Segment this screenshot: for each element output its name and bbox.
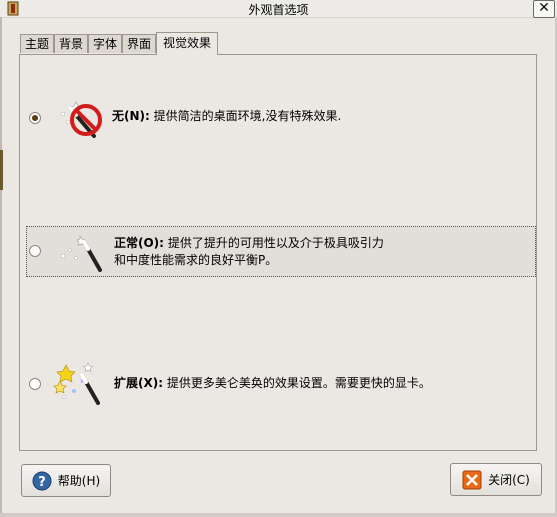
title-bar: 外观首选项 ✕ [0, 0, 557, 18]
option-extra-text: 扩展(X): 提供更多美仑美奂的效果设置。需要更快的显卡。 [114, 375, 431, 392]
option-normal-text: 正常(O): 提供了提升的可用性以及介于极具吸引力 和中度性能需求的良好平衡P。 [114, 235, 430, 269]
option-normal-description-line1: 提供了提升的可用性以及介于极具吸引力 [167, 236, 384, 250]
help-button-label: 帮助(H) [57, 474, 101, 488]
option-normal-description-line2: 和中度性能需求的良好平衡P。 [114, 253, 278, 267]
svg-text:?: ? [38, 475, 46, 490]
close-button[interactable]: 关闭(C) [450, 463, 542, 496]
option-extra-name: 扩展(X): [114, 376, 164, 390]
window-close-button[interactable]: ✕ [533, 0, 555, 18]
radio-none[interactable] [29, 112, 41, 124]
option-none-text: 无(N): 提供简洁的桌面环境,没有特殊效果. [112, 108, 341, 125]
radio-extra[interactable] [29, 378, 41, 390]
magic-wand-icon [60, 235, 102, 272]
left-border-accent [0, 150, 3, 190]
help-button[interactable]: ? 帮助(H) [21, 464, 111, 497]
tab-theme[interactable]: 主题 [20, 34, 54, 53]
tab-fonts[interactable]: 字体 [88, 34, 122, 53]
window-title: 外观首选项 [248, 3, 309, 17]
left-border [0, 17, 2, 517]
option-none-name: 无(N): [112, 109, 150, 123]
close-icon [462, 470, 482, 489]
option-normal-name: 正常(O): [114, 236, 164, 250]
option-extra-description: 提供更多美仑美奂的效果设置。需要更快的显卡。 [166, 376, 431, 390]
radio-normal[interactable] [29, 245, 41, 257]
close-button-label: 关闭(C) [488, 473, 530, 487]
option-none-description: 提供简洁的桌面环境,没有特殊效果. [153, 109, 342, 123]
tab-visual-effects[interactable]: 视觉效果 [156, 32, 218, 55]
tab-interface[interactable]: 界面 [122, 34, 156, 53]
magic-wand-sparkles-icon [53, 362, 100, 405]
magic-wand-disabled-icon [60, 101, 102, 138]
bottom-border [0, 513, 557, 517]
tab-background[interactable]: 背景 [54, 34, 88, 53]
help-icon: ? [32, 471, 52, 490]
